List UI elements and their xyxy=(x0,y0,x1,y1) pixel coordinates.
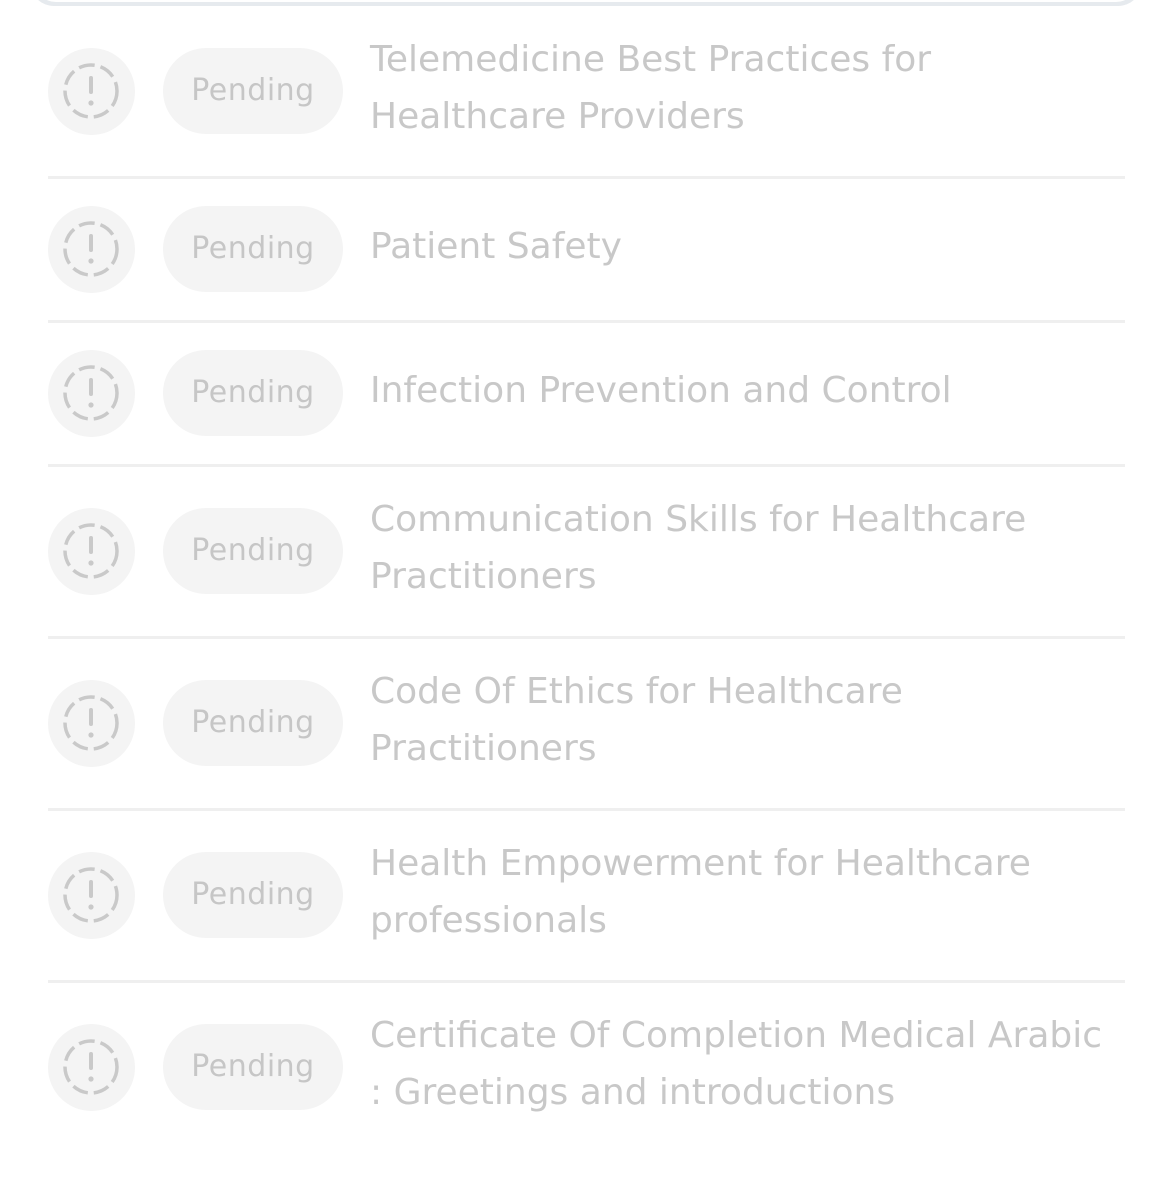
list-item[interactable]: Pending Patient Safety xyxy=(48,179,1125,323)
course-title: Certificate Of Completion Medical Arabic… xyxy=(370,1015,1103,1113)
status-badge: Pending xyxy=(163,206,343,292)
course-title: Health Empowerment for Healthcare profes… xyxy=(370,843,1031,941)
status-badge: Pending xyxy=(163,1024,343,1110)
course-title: Patient Safety xyxy=(370,226,622,267)
status-badge: Pending xyxy=(163,48,343,134)
status-badge: Pending xyxy=(163,350,343,436)
list-item[interactable]: Pending Communication Skills for Healthc… xyxy=(48,467,1125,639)
status-badge: Pending xyxy=(163,852,343,938)
status-badge: Pending xyxy=(163,508,343,594)
list-item[interactable]: Pending Health Empowerment for Healthcar… xyxy=(48,811,1125,983)
course-title: Communication Skills for Healthcare Prac… xyxy=(370,499,1027,597)
alert-circle-icon xyxy=(48,508,135,595)
list-item[interactable]: Pending Code Of Ethics for Healthcare Pr… xyxy=(48,639,1125,811)
alert-circle-icon xyxy=(48,206,135,293)
list-item[interactable]: Pending Certificate Of Completion Medica… xyxy=(48,983,1125,1155)
course-title: Telemedicine Best Practices for Healthca… xyxy=(370,39,932,137)
list-item[interactable]: Pending Infection Prevention and Control xyxy=(48,323,1125,467)
alert-circle-icon xyxy=(48,48,135,135)
course-title: Code Of Ethics for Healthcare Practition… xyxy=(370,671,903,769)
list-item[interactable]: Pending Telemedicine Best Practices for … xyxy=(48,0,1125,179)
alert-circle-icon xyxy=(48,1024,135,1111)
course-title: Infection Prevention and Control xyxy=(370,370,952,411)
alert-circle-icon xyxy=(48,852,135,939)
alert-circle-icon xyxy=(48,350,135,437)
alert-circle-icon xyxy=(48,680,135,767)
status-badge: Pending xyxy=(163,680,343,766)
